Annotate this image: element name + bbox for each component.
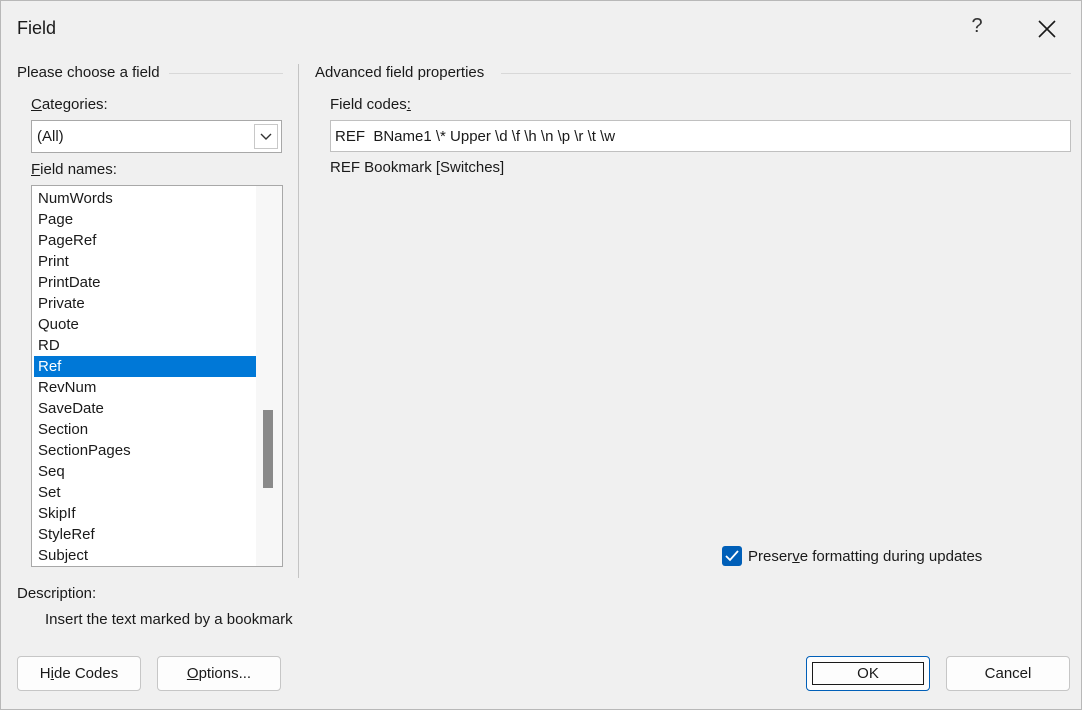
field-list-item[interactable]: Print [34,251,256,272]
left-group-divider [169,73,283,74]
categories-dropdown-button[interactable] [254,124,278,149]
field-names-list[interactable]: NumWords Page PageRef Print PrintDate Private… [31,185,283,567]
categories-value: (All) [37,128,64,145]
field-list-item[interactable]: Seq [34,461,256,482]
field-list-item[interactable]: Private [34,293,256,314]
field-dialog: Field ? Please choose a field Categories… [0,0,1082,710]
field-codes-input-box[interactable] [330,120,1071,152]
description-text: Insert the text marked by a bookmark [45,611,293,628]
field-codes-input[interactable] [331,121,1070,151]
categories-dropdown[interactable]: (All) [31,120,282,153]
field-list-item[interactable]: RD [34,335,256,356]
field-list-item[interactable]: NumWords [34,188,256,209]
chevron-down-icon [260,133,272,140]
choose-field-group-label: Please choose a field [17,64,160,81]
field-list-item[interactable]: Section [34,419,256,440]
description-label: Description: [17,585,97,602]
field-list-item[interactable]: SaveDate [34,398,256,419]
categories-label: Categories: [31,96,108,113]
close-icon [1038,20,1056,38]
field-list-item[interactable]: Quote [34,314,256,335]
list-scrollbar[interactable] [256,186,282,566]
right-group-divider [501,73,1071,74]
panel-divider [298,64,299,578]
advanced-properties-group-label: Advanced field properties [315,64,485,81]
field-names-label: Field names: [31,161,117,178]
title-bar: Field ? [1,1,1081,55]
field-list-item[interactable]: SkipIf [34,503,256,524]
preserve-formatting-label[interactable]: Preserve formatting during updates [748,548,982,565]
preserve-formatting-checkbox[interactable] [722,546,742,566]
options-button[interactable]: Options... [157,656,281,691]
help-button[interactable]: ? [965,15,989,43]
field-codes-label: Field codes: [330,96,411,113]
checkmark-icon [725,550,739,562]
field-list-item[interactable]: Set [34,482,256,503]
cancel-button[interactable]: Cancel [946,656,1070,691]
field-list-item[interactable]: PageRef [34,230,256,251]
close-button[interactable] [1027,9,1067,47]
field-list-item[interactable]: PrintDate [34,272,256,293]
field-syntax-hint: REF Bookmark [Switches] [330,159,505,176]
field-list-item[interactable]: Subject [34,545,256,566]
field-list-item[interactable]: Ref [34,356,256,377]
field-list-item[interactable]: RevNum [34,377,256,398]
field-list-item[interactable]: Page [34,209,256,230]
dialog-title: Field [17,18,57,38]
field-list-item[interactable]: StyleRef [34,524,256,545]
ok-button[interactable]: OK [806,656,930,691]
field-list-item[interactable]: SectionPages [34,440,256,461]
scrollbar-thumb[interactable] [263,410,273,488]
hide-codes-button[interactable]: Hide Codes [17,656,141,691]
